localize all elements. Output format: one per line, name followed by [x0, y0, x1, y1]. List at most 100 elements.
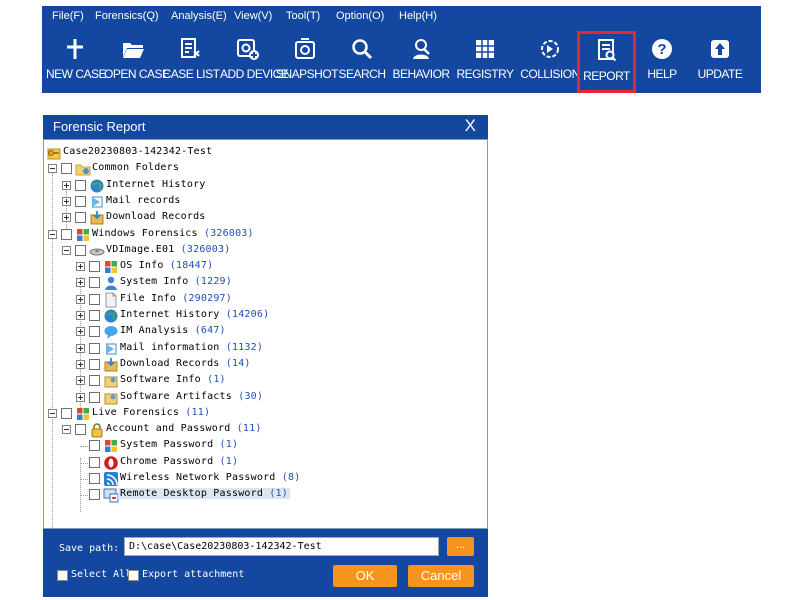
expand-icon[interactable]: [76, 278, 85, 288]
tree-checkbox[interactable]: [61, 407, 72, 419]
tree-node[interactable]: Case20230803-142342-Test: [44, 145, 484, 161]
tree-node[interactable]: System Password (1): [44, 438, 484, 454]
tree-node[interactable]: Internet History: [44, 178, 484, 194]
expand-icon[interactable]: [76, 311, 85, 320]
tree-checkbox[interactable]: [75, 244, 86, 256]
toolbar-label: NEW CASE: [46, 67, 107, 81]
cancel-button[interactable]: Cancel: [408, 565, 474, 587]
toolbar-behavior-button[interactable]: BEHAVIOR: [392, 34, 450, 92]
tree-node[interactable]: OS Info (18447): [44, 259, 484, 275]
expand-icon[interactable]: [76, 343, 85, 353]
tree-node-label: OS Info (18447): [120, 260, 213, 271]
tree-node[interactable]: Mail information (1132): [44, 341, 484, 357]
export-attachment-box[interactable]: [128, 570, 139, 581]
tree-checkbox[interactable]: [89, 358, 100, 370]
tree-node-count: (14): [225, 357, 251, 369]
menu-item-forensics[interactable]: Forensics(Q): [95, 10, 159, 22]
tree-node[interactable]: Chrome Password (1): [44, 455, 484, 471]
tree-checkbox[interactable]: [89, 473, 100, 484]
tree-checkbox[interactable]: [89, 277, 100, 289]
tree-node[interactable]: Software Artifacts (30): [44, 390, 484, 406]
toolbar-add-device-button[interactable]: ADD DEVICE: [220, 34, 289, 92]
collapse-icon[interactable]: [62, 245, 71, 255]
tree-checkbox[interactable]: [89, 440, 100, 452]
toolbar-search-button[interactable]: SEARCH: [334, 34, 390, 92]
forensic-report-dialog: Forensic Report X Case20230803-142342-Te…: [43, 115, 488, 597]
collapse-icon[interactable]: [62, 425, 71, 435]
toolbar-help-button[interactable]: ? HELP: [644, 34, 680, 92]
expand-icon[interactable]: [76, 327, 85, 337]
tree-checkbox[interactable]: [75, 195, 86, 207]
close-button[interactable]: X: [465, 116, 476, 136]
menu-item-view[interactable]: View(V): [234, 10, 272, 22]
toolbar-collision-button[interactable]: COLLISION: [520, 34, 580, 92]
tree-checkbox[interactable]: [89, 293, 100, 305]
tree-checkbox[interactable]: [89, 342, 100, 354]
tree-node-label: Account and Password (11): [106, 423, 262, 434]
tree-node[interactable]: Download Records: [44, 210, 484, 226]
tree-node[interactable]: Internet History (14206): [44, 308, 484, 324]
expand-icon[interactable]: [76, 262, 85, 272]
menu-item-help[interactable]: Help(H): [399, 10, 437, 22]
tree-checkbox[interactable]: [61, 228, 72, 240]
menu-item-option[interactable]: Option(O): [336, 10, 384, 22]
tree-node[interactable]: Remote Desktop Password (1): [44, 487, 484, 503]
toolbar-open-case-button[interactable]: OPEN CASE: [104, 34, 170, 92]
expand-icon[interactable]: [62, 196, 71, 206]
expand-icon[interactable]: [76, 359, 85, 369]
select-all-box[interactable]: [57, 570, 68, 581]
expand-icon[interactable]: [76, 294, 85, 304]
ok-button[interactable]: OK: [333, 565, 397, 587]
tree-node[interactable]: Account and Password (11): [44, 422, 484, 438]
lock-icon: [89, 422, 105, 438]
key-folder-icon: [46, 145, 62, 161]
tree-node[interactable]: Common Folders: [44, 161, 484, 177]
tree-node[interactable]: System Info (1229): [44, 275, 484, 291]
toolbar-snapshot-button[interactable]: SNAPSHOT: [276, 34, 339, 92]
menu-item-tool[interactable]: Tool(T): [286, 10, 320, 22]
tree-node[interactable]: File Info (290297): [44, 292, 484, 308]
tree-checkbox[interactable]: [89, 456, 100, 468]
expand-icon[interactable]: [62, 180, 71, 190]
toolbar-update-button[interactable]: UPDATE: [689, 34, 751, 92]
expand-icon[interactable]: [76, 376, 85, 386]
tree-checkbox[interactable]: [89, 375, 100, 387]
collapse-icon[interactable]: [48, 164, 57, 174]
tree-checkbox[interactable]: [75, 424, 86, 436]
toolbar-report-button[interactable]: REPORT: [577, 31, 636, 93]
toolbar-new-case-button[interactable]: NEW CASE: [46, 34, 107, 92]
browse-button[interactable]: ...: [447, 537, 474, 556]
toolbar-label: UPDATE: [697, 67, 743, 81]
globe-icon: [89, 178, 105, 194]
tree-node[interactable]: IM Analysis (647): [44, 324, 484, 340]
tree-node[interactable]: Live Forensics (11): [44, 406, 484, 422]
tree-checkbox[interactable]: [89, 391, 100, 403]
tree-node[interactable]: VDImage.E01 (326003): [44, 243, 484, 259]
tree-checkbox[interactable]: [89, 261, 100, 273]
tree-checkbox[interactable]: [75, 212, 86, 224]
tree-node-text: Chrome Password: [120, 455, 214, 467]
tree-node[interactable]: Software Info (1): [44, 373, 484, 389]
tree-node-label: Internet History (14206): [120, 309, 269, 320]
tree-node[interactable]: Mail records: [44, 194, 484, 210]
expand-icon[interactable]: [62, 213, 71, 223]
tree-checkbox[interactable]: [75, 179, 86, 191]
report-tree[interactable]: Case20230803-142342-Test Common Folders In…: [43, 139, 488, 529]
collapse-icon[interactable]: [48, 408, 57, 418]
toolbar-case-list-button[interactable]: CASE LIST: [162, 34, 220, 92]
tree-checkbox[interactable]: [89, 489, 100, 501]
svg-text:?: ?: [657, 41, 666, 58]
collapse-icon[interactable]: [48, 229, 57, 239]
tree-checkbox[interactable]: [61, 163, 72, 175]
toolbar-registry-button[interactable]: REGISTRY: [452, 34, 518, 92]
tree-checkbox[interactable]: [89, 310, 100, 321]
toolbar-label: REGISTRY: [456, 67, 514, 81]
save-path-input[interactable]: [124, 537, 439, 556]
tree-node[interactable]: Download Records (14): [44, 357, 484, 373]
tree-checkbox[interactable]: [89, 326, 100, 338]
menu-item-analysis[interactable]: Analysis(E): [171, 10, 227, 22]
tree-node[interactable]: Windows Forensics (326003): [44, 227, 484, 243]
tree-node[interactable]: Wireless Network Password (8): [44, 471, 484, 487]
menu-item-file[interactable]: File(F): [52, 10, 84, 22]
expand-icon[interactable]: [76, 392, 85, 402]
